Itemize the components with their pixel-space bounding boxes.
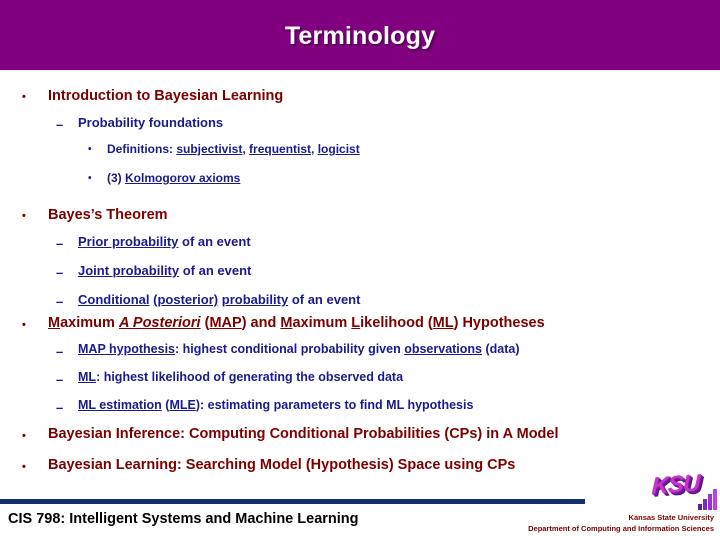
term-ml: ML: [78, 370, 97, 384]
text-aximum: aximum: [60, 315, 119, 331]
bullet-probability-foundations: Probability foundations: [78, 116, 223, 129]
footer-course-title: CIS 798: Intelligent Systems and Machine…: [8, 511, 359, 527]
text-ikelihood: ikelihood (: [360, 315, 433, 331]
footer-department-name: Department of Computing and Information …: [528, 523, 714, 533]
bullet-ml-likelihood: ML: highest likelihood of generating the…: [78, 371, 403, 384]
page-title: Terminology: [284, 22, 436, 50]
bullet-kolmogorov-axioms: (3) Kolmogorov axioms: [107, 172, 240, 184]
bullet-conditional-probability: Conditional (posterior) probability of a…: [78, 293, 360, 306]
term-map-hypothesis: MAP hypothesis: [78, 342, 176, 356]
bullet-suffix: of an event: [178, 234, 251, 249]
accel-l: L: [351, 315, 361, 331]
term-probability: probability: [221, 292, 289, 307]
footer-university-name: Kansas State University: [628, 513, 714, 522]
term-kolmogorov-axioms: Kolmogorov axioms: [125, 171, 241, 185]
text-hypotheses: ) Hypotheses: [453, 315, 545, 331]
term-a-posteriori: A Posteriori: [118, 315, 201, 331]
bullet-marker-l2: –: [56, 400, 64, 415]
bullet-bayesian-learning: Bayesian Learning: Searching Model (Hypo…: [48, 458, 515, 473]
bullet-joint-probability: Joint probability of an event: [78, 264, 251, 277]
bullet-marker-l1: •: [22, 319, 26, 331]
term-subjectivist: subjectivist: [176, 142, 243, 156]
ksu-logo-bars-icon: [698, 488, 717, 510]
accel-m2: M: [280, 315, 293, 331]
bullet-ml-estimation: ML estimation (MLE): estimating paramete…: [78, 399, 473, 412]
bullet-suffix: of an event: [179, 263, 252, 278]
bullet-definitions: Definitions: subjectivist, frequentist, …: [107, 143, 360, 155]
term-joint-probability: Joint probability: [78, 263, 180, 278]
bullet-bayes-theorem: Bayes’s Theorem: [48, 208, 168, 223]
text-and: ) and: [241, 315, 281, 331]
term-logicist: logicist: [317, 142, 360, 156]
bullet-marker-l2: –: [56, 236, 64, 251]
bullet-suffix: of an event: [288, 292, 361, 307]
bullet-marker-l3: •: [88, 173, 92, 184]
bullet-marker-l1: •: [22, 461, 26, 473]
bullet-marker-l2: –: [56, 294, 64, 309]
ksu-logo-text: KSU: [651, 469, 700, 500]
bullet-marker-l2: –: [56, 344, 64, 359]
bullet-suffix: (data): [482, 342, 520, 356]
bullet-text: Bayesian Inference: Computing Conditiona…: [48, 426, 559, 442]
bullet-marker-l1: •: [22, 430, 26, 442]
term-posterior: (posterior): [153, 292, 219, 307]
bullet-suffix: ): estimating parameters to find ML hypo…: [195, 398, 474, 412]
footer-university-block: Kansas State University Department of Co…: [528, 513, 714, 535]
ksu-logo: KSU: [651, 469, 718, 511]
bullet-marker-l3: •: [88, 144, 92, 155]
bullet-map-ml-hypotheses: Maximum A Posteriori (MAP) and Maximum L…: [48, 316, 545, 331]
bullet-marker-l1: •: [22, 91, 26, 103]
accel-m1: M: [48, 315, 61, 331]
bullet-marker-l2: –: [56, 372, 64, 387]
term-observations: observations: [404, 342, 483, 356]
axioms-prefix: (3): [107, 171, 125, 185]
slide-body: • Introduction to Bayesian Learning – Pr…: [0, 70, 720, 473]
term-ml: ML: [432, 315, 454, 331]
bullet-text: Bayes’s Theorem: [48, 207, 168, 223]
bullet-bayesian-inference: Bayesian Inference: Computing Conditiona…: [48, 427, 559, 442]
bullet-prior-probability: Prior probability of an event: [78, 235, 251, 248]
bullet-map-hypothesis: MAP hypothesis: highest conditional prob…: [78, 343, 520, 356]
bullet-suffix: : highest likelihood of generating the o…: [96, 370, 404, 384]
slide-title-band: Terminology: [0, 0, 720, 70]
bullet-marker-l2: –: [56, 265, 64, 280]
term-frequentist: frequentist: [249, 142, 312, 156]
footer-divider: [0, 499, 585, 504]
bullet-marker-l2: –: [56, 117, 64, 132]
term-ml-estimation: ML estimation: [78, 398, 162, 412]
term-mle: MLE: [169, 398, 196, 412]
bullet-intro-bayesian-learning: Introduction to Bayesian Learning: [48, 89, 283, 104]
bullet-text: Probability foundations: [78, 115, 224, 130]
bullet-text: Bayesian Learning: Searching Model (Hypo…: [48, 457, 516, 473]
bullet-marker-l1: •: [22, 210, 26, 222]
term-map: MAP: [209, 315, 242, 331]
separator: ,: [311, 142, 318, 156]
term-prior-probability: Prior probability: [78, 234, 179, 249]
text-aximum2: aximum: [292, 315, 352, 331]
bullet-text: Introduction to Bayesian Learning: [48, 88, 284, 104]
definitions-prefix: Definitions:: [107, 142, 177, 156]
term-conditional: Conditional: [78, 292, 150, 307]
bullet-mid: : highest conditional probability given: [175, 342, 405, 356]
